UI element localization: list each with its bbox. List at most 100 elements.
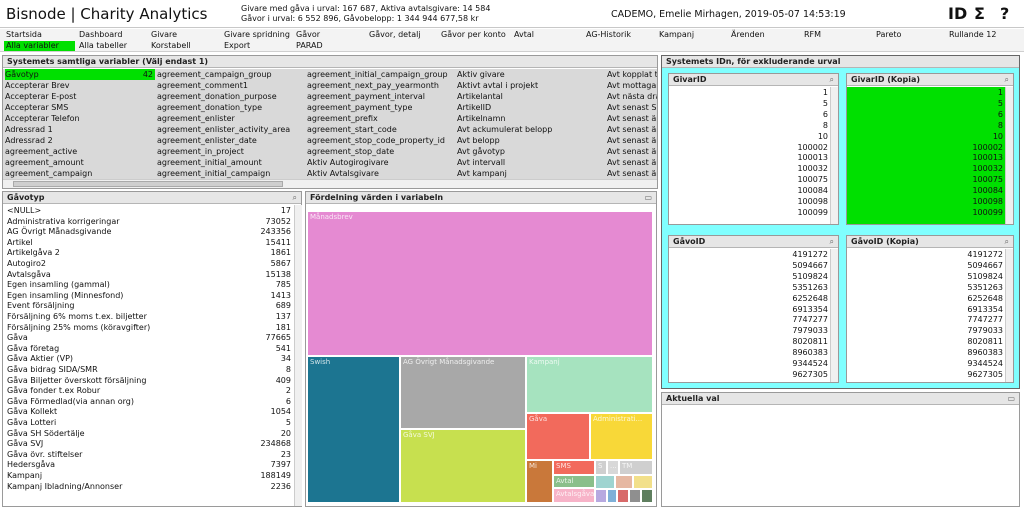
id-list-item[interactable]: 6 bbox=[998, 110, 1003, 121]
treemap-cell-avtalsg[interactable]: Avtalsgåva bbox=[553, 488, 595, 503]
variable-item[interactable]: Accepterar SMS bbox=[5, 102, 155, 113]
variable-item[interactable]: Avt senast än bbox=[607, 124, 657, 135]
variable-item[interactable]: ArtikelID bbox=[457, 102, 605, 113]
variable-item[interactable]: agreement_initial_campaign_group bbox=[307, 69, 455, 80]
id-list-item[interactable]: 100075 bbox=[797, 175, 828, 186]
variable-item[interactable]: Avt senast än bbox=[607, 113, 657, 124]
id-list-item[interactable]: 6 bbox=[823, 110, 828, 121]
treemap-cell-small[interactable] bbox=[615, 475, 633, 489]
variable-item[interactable]: Avt belopp bbox=[457, 135, 605, 146]
id-list-item[interactable]: 4191272 bbox=[967, 250, 1003, 261]
variable-item[interactable]: Accepterar Brev bbox=[5, 80, 155, 91]
id-list-item[interactable]: 5351263 bbox=[967, 283, 1003, 294]
tab-korstabell[interactable]: Korstabell bbox=[151, 41, 191, 51]
variable-item[interactable]: Avt intervall bbox=[457, 157, 605, 168]
gavotyp-item-label[interactable]: Artikel bbox=[7, 238, 33, 248]
tab-rfm[interactable]: RFM bbox=[804, 30, 821, 40]
treemap-cell-s[interactable]: S bbox=[595, 460, 607, 475]
variable-item[interactable]: Aktiv Autogirogivare bbox=[307, 157, 455, 168]
variable-item[interactable]: agreement_payment_type bbox=[307, 102, 455, 113]
variable-item[interactable]: agreement_enlister bbox=[157, 113, 305, 124]
variable-item[interactable]: Aktivt avtal i projekt bbox=[457, 80, 605, 91]
tab-kampanj[interactable]: Kampanj bbox=[659, 30, 694, 40]
variable-item[interactable]: agreement_next_pay_yearmonth bbox=[307, 80, 455, 91]
gavotyp-item-label[interactable]: AG Övrigt Månadsgivande bbox=[7, 227, 111, 237]
gavotyp-item-label[interactable]: Gåva SH Södertälje bbox=[7, 429, 85, 439]
variable-item[interactable]: Aktiv givare bbox=[457, 69, 605, 80]
id-list-item[interactable]: 1 bbox=[823, 88, 828, 99]
gavotyp-item-label[interactable]: Gåva Kollekt bbox=[7, 407, 57, 417]
variable-item[interactable]: agreement_enlister_activity_area bbox=[157, 124, 305, 135]
id-list-item[interactable]: 100098 bbox=[972, 197, 1003, 208]
gavotyp-item-label[interactable]: Gåva bidrag SIDA/SMR bbox=[7, 365, 98, 375]
id-list-item[interactable]: 8 bbox=[823, 121, 828, 132]
id-list-item[interactable]: 8020811 bbox=[967, 337, 1003, 348]
gavotyp-item-label[interactable]: Hedersgåva bbox=[7, 460, 55, 470]
treemap-cell-small[interactable] bbox=[607, 489, 617, 503]
id-list-item[interactable]: 100084 bbox=[797, 186, 828, 197]
tab-dashboard[interactable]: Dashboard bbox=[79, 30, 122, 40]
id-list-item[interactable]: 5351263 bbox=[792, 283, 828, 294]
variable-item[interactable]: Avt gåvotyp bbox=[457, 146, 605, 157]
variable-item[interactable]: Avt senast än bbox=[607, 146, 657, 157]
search-icon[interactable]: ⌕ bbox=[1005, 74, 1009, 86]
givarid-kopia-scrollbar[interactable] bbox=[1005, 87, 1013, 224]
id-list-item[interactable]: 6252648 bbox=[967, 294, 1003, 305]
id-list-item[interactable]: 100098 bbox=[797, 197, 828, 208]
gavotyp-item-label[interactable]: Event försäljning bbox=[7, 301, 74, 311]
treemap-cell-ag-ovrigt[interactable]: AG Övrigt Månadsgivande bbox=[400, 356, 526, 429]
variable-item[interactable]: Avt nästa drag bbox=[607, 91, 657, 102]
gavoid-scrollbar[interactable] bbox=[830, 249, 838, 382]
tab-arenden[interactable]: Ärenden bbox=[731, 30, 765, 40]
variable-item[interactable]: Avt senast än bbox=[607, 168, 657, 179]
variable-item[interactable]: agreement_comment1 bbox=[157, 80, 305, 91]
id-list-item[interactable]: 9344524 bbox=[792, 359, 828, 370]
variable-item[interactable]: Avt senast än bbox=[607, 157, 657, 168]
id-list-item[interactable]: 6252648 bbox=[792, 294, 828, 305]
search-icon[interactable]: ⌕ bbox=[830, 236, 834, 248]
id-list-item[interactable]: 9344524 bbox=[967, 359, 1003, 370]
treemap-cell-small[interactable] bbox=[641, 489, 653, 503]
variable-item[interactable]: Aktiv Avtalsgivare bbox=[307, 168, 455, 179]
treemap-cell-gava[interactable]: Gåva bbox=[526, 413, 590, 460]
givarid-scrollbar[interactable] bbox=[830, 87, 838, 224]
id-list-item[interactable]: 5 bbox=[823, 99, 828, 110]
gavotyp-item-label[interactable]: Gåva övr. stiftelser bbox=[7, 450, 82, 460]
tab-gavor-detalj[interactable]: Gåvor, detalj bbox=[369, 30, 421, 40]
distribution-treemap[interactable]: Månadsbrev Swish AG Övrigt Månadsgivande… bbox=[307, 211, 653, 503]
treemap-cell-tm[interactable]: TM bbox=[619, 460, 653, 475]
tab-alla-variabler[interactable]: Alla variabler bbox=[4, 41, 75, 51]
id-list-item[interactable]: 9627305 bbox=[792, 370, 828, 381]
tab-export[interactable]: Export bbox=[224, 41, 250, 51]
id-icon[interactable]: ID bbox=[948, 4, 967, 23]
tab-ag-historik[interactable]: AG-Historik bbox=[586, 30, 631, 40]
id-list-item[interactable]: 5109824 bbox=[792, 272, 828, 283]
id-list-item[interactable]: 100013 bbox=[972, 153, 1003, 164]
id-list-item[interactable]: 7747277 bbox=[967, 315, 1003, 326]
treemap-cell-gava-svj[interactable]: Gåva SVJ bbox=[400, 429, 526, 503]
id-list-item[interactable]: 7747277 bbox=[792, 315, 828, 326]
id-list-item[interactable]: 100099 bbox=[972, 208, 1003, 219]
treemap-cell-sms[interactable]: SMS bbox=[553, 460, 595, 475]
variable-item[interactable]: Avt kopplat till bbox=[607, 69, 657, 80]
gavotyp-item-label[interactable]: Gåva Biljetter överskott försäljning bbox=[7, 376, 146, 386]
gavotyp-item-label[interactable]: <NULL> bbox=[7, 206, 41, 216]
variable-item[interactable]: agreement_stop_date bbox=[307, 146, 455, 157]
scrollbar-thumb[interactable] bbox=[13, 181, 283, 187]
tab-avtal[interactable]: Avtal bbox=[514, 30, 534, 40]
gavoid-kopia-scrollbar[interactable] bbox=[1005, 249, 1013, 382]
id-list-item[interactable]: 9627305 bbox=[967, 370, 1003, 381]
id-list-item[interactable]: 5094667 bbox=[967, 261, 1003, 272]
tab-pareto[interactable]: Pareto bbox=[876, 30, 901, 40]
gavotyp-item-label[interactable]: Gåva Förmedlad(via annan org) bbox=[7, 397, 134, 407]
treemap-cell-misc[interactable]: Mi bbox=[526, 460, 553, 503]
gavotyp-item-label[interactable]: Gåva Aktier (VP) bbox=[7, 354, 73, 364]
id-list-item[interactable]: 100032 bbox=[972, 164, 1003, 175]
variable-item[interactable]: agreement_prefix bbox=[307, 113, 455, 124]
id-list-item[interactable]: 8020811 bbox=[792, 337, 828, 348]
gavotyp-item-label[interactable]: Försäljning 25% moms (köravgifter) bbox=[7, 323, 150, 333]
search-icon[interactable]: ⌕ bbox=[1005, 236, 1009, 248]
gavotyp-item-label[interactable]: Gåva bbox=[7, 333, 28, 343]
id-list-item[interactable]: 8960383 bbox=[792, 348, 828, 359]
tab-gavor[interactable]: Gåvor bbox=[296, 30, 320, 40]
